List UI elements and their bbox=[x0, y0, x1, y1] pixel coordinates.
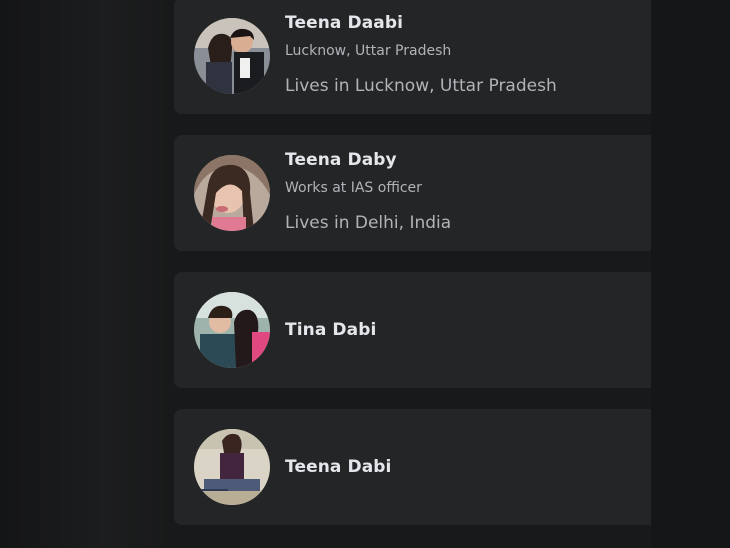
profile-avatar[interactable] bbox=[194, 429, 270, 505]
profile-avatar[interactable] bbox=[194, 155, 270, 231]
profile-lives-in: Lives in Lucknow, Uttar Pradesh bbox=[285, 76, 557, 96]
profile-location: Lucknow, Uttar Pradesh bbox=[285, 43, 452, 59]
right-background bbox=[651, 0, 730, 548]
profile-name[interactable]: Tina Dabi bbox=[285, 320, 376, 340]
result-card[interactable]: Tina Dabi bbox=[174, 272, 651, 388]
result-card[interactable]: Teena Daby Works at IAS officer Lives in… bbox=[174, 135, 651, 251]
result-card[interactable]: Teena Daabi Lucknow, Uttar Pradesh Lives… bbox=[174, 0, 651, 114]
profile-name[interactable]: Teena Daby bbox=[285, 150, 397, 170]
result-card[interactable]: Teena Dabi bbox=[174, 409, 651, 525]
profile-lives-in: Lives in Delhi, India bbox=[285, 213, 452, 233]
profile-name[interactable]: Teena Daabi bbox=[285, 13, 403, 33]
profile-name[interactable]: Teena Dabi bbox=[285, 457, 391, 477]
left-background bbox=[0, 0, 175, 548]
profile-avatar[interactable] bbox=[194, 292, 270, 368]
profile-work: Works at IAS officer bbox=[285, 180, 422, 196]
profile-avatar[interactable] bbox=[194, 18, 270, 94]
